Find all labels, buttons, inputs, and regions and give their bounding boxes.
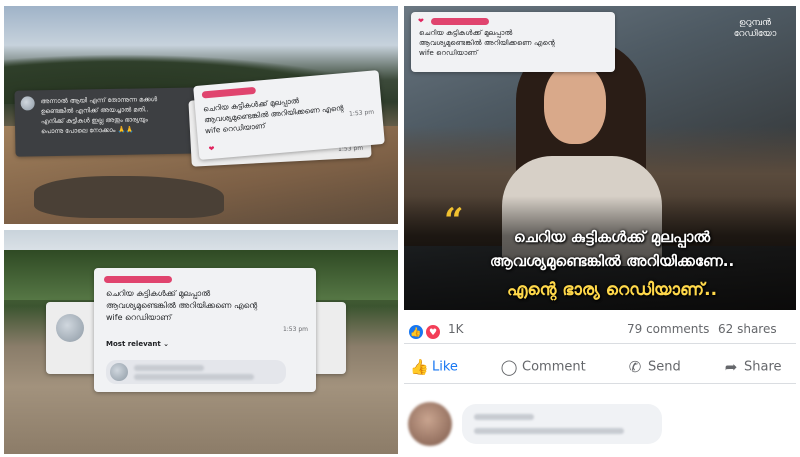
comment-time: 1:53 pm — [282, 326, 308, 333]
send-label: Send — [648, 359, 681, 375]
share-arrow-icon: ➦ — [724, 358, 738, 376]
share-count[interactable]: 62 shares — [718, 322, 777, 336]
reaction-icons[interactable]: 👍 ♥ — [408, 320, 442, 340]
share-button[interactable]: ➦ Share — [722, 358, 782, 380]
poster-caption-line-2: ആവശ്യമുണ്ടെങ്കിൽ അറിയിക്കണേ.. — [489, 252, 735, 270]
rock-debris — [34, 176, 224, 218]
comment-card-poster: ❤ ചെറിയ കുട്ടികൾക്ക് മുലപ്പാൽ ആവശ്യമുണ്ട… — [411, 12, 615, 72]
heart-icon: ❤ — [418, 17, 424, 25]
blurred-text — [134, 365, 204, 371]
redacted-name — [104, 276, 172, 283]
reaction-count[interactable]: 1K — [448, 322, 464, 336]
redacted-name — [201, 86, 257, 99]
like-button[interactable]: 👍 Like — [410, 358, 458, 380]
send-button[interactable]: ✆ Send — [626, 358, 681, 380]
poster-caption-line-3: എന്റെ ഭാര്യ റെഡിയാണ്.. — [506, 280, 718, 300]
comment-button[interactable]: ◯ Comment — [500, 358, 586, 380]
post-stats: 👍 ♥ 1K 79 comments 62 shares — [404, 310, 796, 344]
poster-caption-line-1: ചെറിയ കുട്ടികൾക്ക് മുലപ്പാൽ — [513, 228, 711, 246]
commenter-avatar[interactable] — [408, 402, 452, 446]
facebook-post-footer: 👍 ♥ 1K 79 comments 62 shares 👍 Like ◯ Comm… — [404, 310, 796, 454]
comment-bubble-icon: ◯ — [500, 358, 518, 376]
comment-label: Comment — [522, 359, 586, 375]
quote-mark: “ — [444, 201, 464, 241]
comment-line: ആവശ്യമുണ്ടെങ്കിൽ അറിയിക്കണെ എന്റെ — [419, 38, 555, 47]
post-actions: 👍 Like ◯ Comment ✆ Send ➦ Share — [404, 352, 796, 384]
avatar — [20, 96, 35, 111]
heart-icon: ❤ — [208, 144, 215, 154]
share-label: Share — [744, 359, 782, 375]
comment-line: ചെറിയ കുട്ടികൾക്ക് മുലപ്പാൽ — [106, 289, 211, 298]
channel-logo: ഉറുമ്പൻ റേഡിയോ — [733, 18, 777, 39]
like-label: Like — [432, 359, 458, 375]
comment-line: wife റെഡിയാണ് — [106, 313, 172, 322]
comment-line: ചെറിയ കുട്ടികൾക്ക് മുലപ്പാൽ — [419, 28, 513, 37]
comment-card-bottom: ചെറിയ കുട്ടികൾക്ക് മുലപ്പാൽ ആവശ്യമുണ്ടെങ… — [94, 268, 316, 392]
comment-line: പൊന്നു പോലെ നോക്കാം 🙏🙏 — [41, 125, 134, 136]
blurred-reply — [106, 360, 286, 384]
comment-line: wife റെഡിയാണ് — [419, 48, 478, 57]
avatar — [110, 363, 128, 381]
redacted-name — [431, 18, 489, 25]
blurred-text — [474, 414, 534, 420]
woman-face — [544, 64, 606, 144]
comment-card-dark: അന്നാൽ ആയി എന്ന് തോന്നുന്ന മക്കൾ ഉണ്ടെങ്… — [14, 87, 206, 157]
comment-line: ആവശ്യമുണ്ടെങ്കിൽ അറിയിക്കണെ എന്റെ — [106, 301, 258, 310]
comment-count[interactable]: 79 comments — [627, 322, 709, 336]
thumbs-up-icon: 👍 — [410, 358, 429, 376]
love-reaction-icon: ♥ — [425, 324, 442, 340]
blurred-text — [134, 374, 254, 380]
sort-comments-dropdown[interactable]: Most relevant ⌄ — [106, 340, 169, 348]
blurred-text — [474, 428, 624, 434]
blurred-comment — [462, 404, 662, 444]
like-reaction-icon: 👍 — [408, 324, 424, 340]
avatar — [56, 314, 84, 342]
messenger-icon: ✆ — [628, 358, 642, 376]
